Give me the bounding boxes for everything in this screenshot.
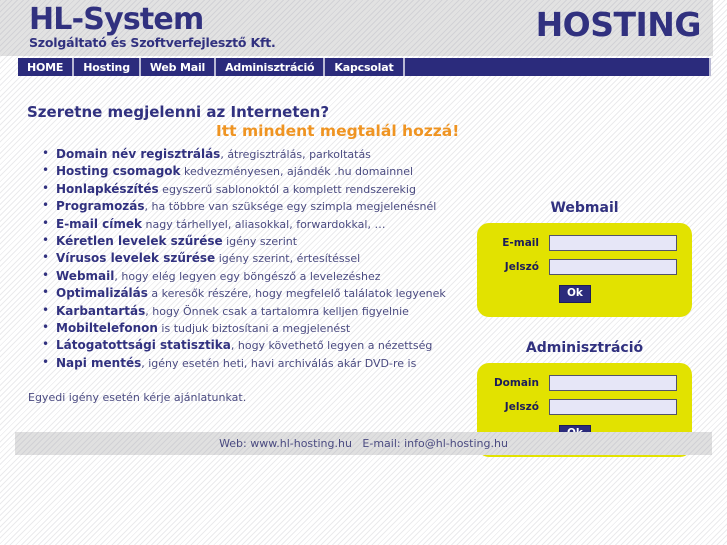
feature-lead: Napi mentés — [56, 355, 142, 370]
nav-item-home[interactable]: HOME — [18, 58, 75, 76]
list-item: Napi mentés, igény esetén heti, havi arc… — [42, 354, 476, 372]
hosting-wordmark: HOSTING — [535, 5, 702, 44]
feature-lead: Optimalizálás — [56, 286, 148, 301]
feature-rest: nagy tárhellyel, aliasokkal, forwardokka… — [142, 217, 386, 231]
feature-lead: E-mail címek — [56, 216, 143, 231]
page-headline: Szeretne megjelenni az Interneten? — [27, 103, 330, 121]
feature-rest: igény szerint, értesítéssel — [215, 252, 361, 266]
webmail-password-input[interactable] — [549, 259, 677, 275]
admin-domain-input[interactable] — [549, 375, 677, 391]
list-item: Vírusos levelek szűrése igény szerint, é… — [42, 249, 476, 267]
feature-rest: kedvezményesen, ajándék .hu domainnel — [180, 165, 414, 179]
admin-password-input[interactable] — [549, 399, 677, 415]
page-header: HL-System Szolgáltató és Szoftverfejlesz… — [0, 0, 727, 56]
feature-rest: a keresők részére, hogy megfelelő talála… — [147, 287, 446, 301]
feature-rest: is tudjuk biztosítani a megjelenést — [157, 322, 351, 336]
list-item: Látogatottsági statisztika, hogy követhe… — [42, 336, 476, 354]
webmail-password-row: Jelszó — [487, 259, 678, 275]
feature-lead: Vírusos levelek szűrése — [56, 251, 216, 266]
administration-panel-title: Adminisztráció — [525, 340, 644, 356]
feature-rest: , hogy Önnek csak a tartalomra kelljen f… — [145, 304, 409, 318]
feature-lead: Programozás — [56, 199, 145, 214]
webmail-panel: Webmail E-mail Jelszó Ok — [477, 200, 692, 317]
nav-filler — [405, 58, 711, 76]
feature-rest: igény szerint — [222, 235, 298, 249]
list-item: Kéretlen levelek szűrése igény szerint — [42, 232, 476, 250]
feature-lead: Karbantartás — [56, 303, 146, 318]
feature-lead: Domain név regisztrálás — [56, 147, 221, 161]
webmail-actions: Ok — [487, 283, 678, 303]
feature-lead: Kéretlen levelek szűrése — [56, 234, 223, 249]
list-item: Domain név regisztrálás, átregisztrálás,… — [42, 145, 476, 163]
list-item: E-mail címek nagy tárhellyel, aliasokkal… — [42, 215, 476, 233]
list-item: Webmail, hogy elég legyen egy böngésző a… — [42, 267, 476, 285]
feature-lead: Webmail — [56, 268, 115, 283]
list-item: Optimalizálás a keresők részére, hogy me… — [42, 284, 476, 302]
nav-item-web-mail[interactable]: Web Mail — [141, 58, 217, 76]
list-item: Programozás, ha többre van szüksége egy … — [42, 197, 476, 215]
admin-domain-row: Domain — [487, 375, 678, 391]
webmail-password-label: Jelszó — [504, 261, 539, 273]
list-item: Honlapkészítés egyszerű sablonoktól a ko… — [42, 180, 476, 198]
admin-password-row: Jelszó — [487, 399, 678, 415]
feature-rest: egyszerű sablonoktól a komplett rendszer… — [158, 182, 416, 196]
webmail-email-label: E-mail — [502, 237, 539, 249]
page-footer: Web: www.hl-hosting.hu E-mail: info@hl-h… — [15, 432, 712, 455]
main-navigation: HOME Hosting Web Mail Adminisztráció Kap… — [18, 58, 711, 76]
page-subheadline: Itt mindent megtalál hozzá! — [216, 122, 460, 140]
list-item: Karbantartás, hogy Önnek csak a tartalom… — [42, 302, 476, 320]
admin-password-label: Jelszó — [504, 401, 539, 413]
webmail-email-input[interactable] — [549, 235, 677, 251]
logo-subtitle: Szolgáltató és Szoftverfejlesztő Kft. — [29, 35, 276, 50]
feature-rest: , ha többre van szüksége egy szimpla meg… — [144, 200, 437, 214]
list-item: Mobiltelefonon is tudjuk biztosítani a m… — [42, 319, 476, 337]
feature-list: Domain név regisztrálás, átregisztrálás,… — [30, 145, 476, 372]
webmail-login-form: E-mail Jelszó Ok — [477, 223, 692, 317]
footer-contact-text: Web: www.hl-hosting.hu E-mail: info@hl-h… — [219, 437, 508, 450]
webmail-email-row: E-mail — [487, 235, 678, 251]
closing-line: Egyedi igény esetén kérje ajánlatunkat. — [28, 391, 247, 404]
site-logo: HL-System Szolgáltató és Szoftverfejlesz… — [29, 3, 276, 50]
feature-lead: Honlapkészítés — [56, 181, 159, 196]
feature-rest: , hogy követhető legyen a nézettség — [230, 339, 433, 353]
logo-title: HL-System — [29, 2, 204, 37]
feature-lead: Hosting csomagok — [56, 164, 181, 179]
webmail-panel-title: Webmail — [550, 200, 619, 216]
webmail-submit-button[interactable]: Ok — [559, 285, 591, 303]
nav-item-hosting[interactable]: Hosting — [74, 58, 141, 76]
feature-rest: , hogy elég legyen egy böngésző a levele… — [114, 269, 381, 283]
feature-lead: Mobiltelefonon — [56, 321, 158, 336]
feature-rest: , igény esetén heti, havi archiválás aká… — [141, 356, 417, 370]
feature-lead: Látogatottsági statisztika — [56, 338, 231, 353]
feature-rest: , átregisztrálás, parkoltatás — [220, 148, 371, 161]
nav-item-kapcsolat[interactable]: Kapcsolat — [325, 58, 405, 76]
list-item: Hosting csomagok kedvezményesen, ajándék… — [42, 162, 476, 180]
admin-domain-label: Domain — [493, 377, 539, 389]
nav-item-adminisztracio[interactable]: Adminisztráció — [216, 58, 326, 76]
